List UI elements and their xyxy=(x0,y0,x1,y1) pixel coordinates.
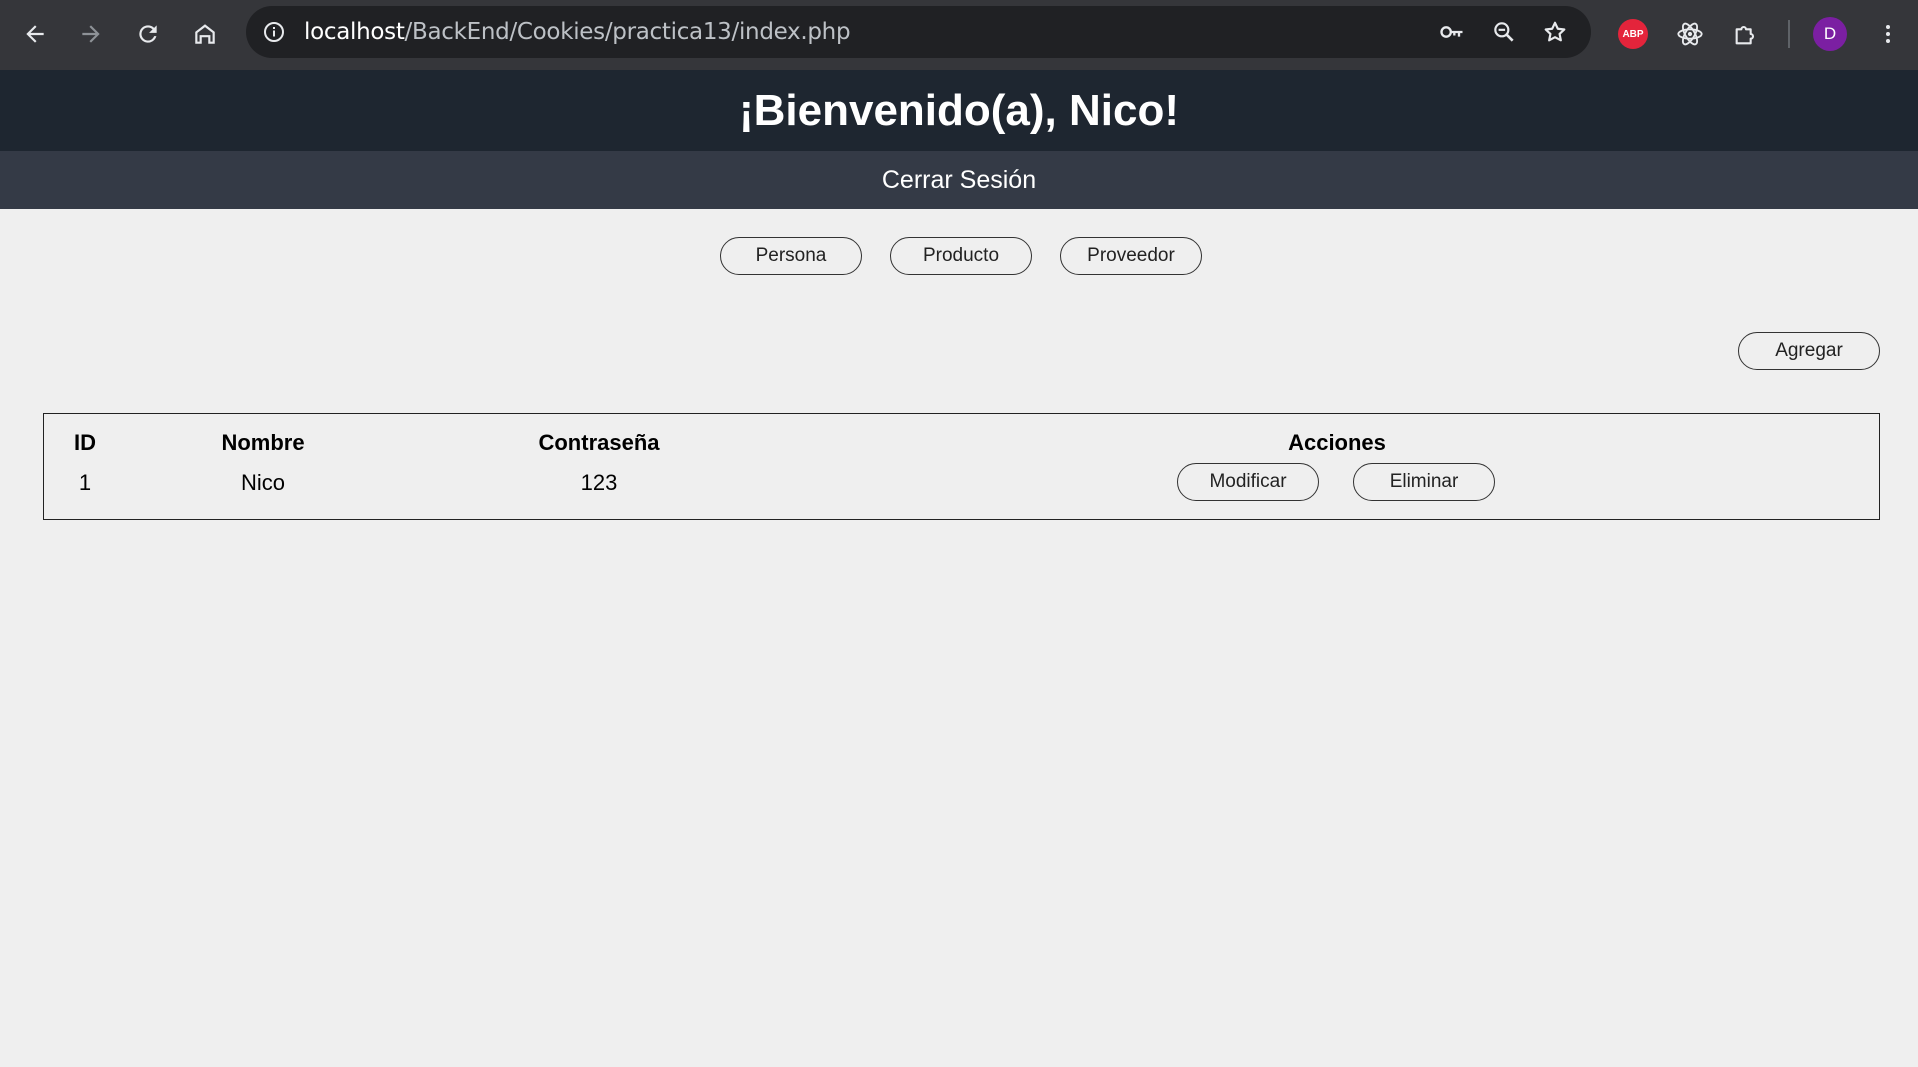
kebab-menu-icon[interactable] xyxy=(1874,17,1902,51)
column-header-nombre: Nombre xyxy=(221,430,305,455)
profile-initial: D xyxy=(1823,24,1837,43)
nav-proveedor-button[interactable]: Proveedor xyxy=(1060,237,1202,275)
page-header: ¡Bienvenido(a), Nico! xyxy=(0,70,1918,151)
url-text[interactable]: localhost/BackEnd/Cookies/practica13/ind… xyxy=(304,19,851,45)
browser-toolbar: localhost/BackEnd/Cookies/practica13/ind… xyxy=(0,0,1918,70)
reload-button[interactable] xyxy=(128,14,168,54)
arrow-left-icon xyxy=(26,25,44,43)
star-icon[interactable] xyxy=(1541,18,1569,46)
home-icon xyxy=(195,24,215,44)
column-header-id: ID xyxy=(74,430,96,455)
cell-nombre: Nico xyxy=(240,470,286,495)
column-header-acciones: Acciones xyxy=(1288,430,1386,455)
back-button[interactable] xyxy=(15,14,55,54)
forward-button[interactable] xyxy=(71,14,111,54)
profile-avatar[interactable]: D xyxy=(1813,17,1847,51)
zoom-icon[interactable] xyxy=(1490,18,1518,46)
atom-icon[interactable] xyxy=(1673,17,1707,51)
cell-id: 1 xyxy=(78,470,92,495)
delete-button[interactable]: Eliminar xyxy=(1353,463,1495,501)
reload-icon xyxy=(139,25,157,43)
logout-bar: Cerrar Sesión xyxy=(0,151,1918,209)
cell-contrasena: 123 xyxy=(580,470,618,495)
arrow-right-icon xyxy=(82,25,100,43)
nav-persona-button[interactable]: Persona xyxy=(720,237,862,275)
users-table: ID Nombre Contraseña Acciones 1 Nico 123… xyxy=(43,413,1880,520)
info-icon[interactable] xyxy=(260,18,288,46)
add-button[interactable]: Agregar xyxy=(1738,332,1880,370)
nav-producto-button[interactable]: Producto xyxy=(890,237,1032,275)
adblock-extension-icon[interactable]: ABP xyxy=(1618,19,1648,49)
toolbar-separator xyxy=(1788,20,1790,48)
url-path: /BackEnd/Cookies/practica13/index.php xyxy=(404,19,851,45)
puzzle-icon[interactable] xyxy=(1729,17,1763,51)
column-header-contrasena: Contraseña xyxy=(538,430,660,455)
address-bar[interactable]: localhost/BackEnd/Cookies/practica13/ind… xyxy=(246,6,1591,58)
url-host: localhost xyxy=(304,19,405,45)
abp-label: ABP xyxy=(1622,28,1644,40)
logout-link[interactable]: Cerrar Sesión xyxy=(882,166,1036,195)
modify-button[interactable]: Modificar xyxy=(1177,463,1319,501)
welcome-title: ¡Bienvenido(a), Nico! xyxy=(738,85,1180,135)
key-icon[interactable] xyxy=(1438,18,1466,46)
home-button[interactable] xyxy=(185,14,225,54)
